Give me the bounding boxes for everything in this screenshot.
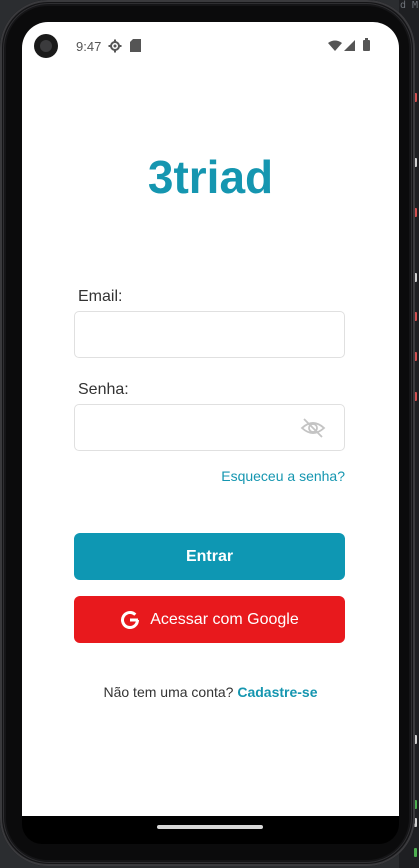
signup-link[interactable]: Cadastre-se (237, 684, 317, 700)
email-label: Email: (78, 288, 123, 305)
login-button-label: Entrar (185, 547, 234, 565)
app-logo: 3triad (147, 151, 274, 203)
google-icon (121, 610, 140, 629)
password-label: Senha: (78, 381, 129, 398)
phone-frame: 9:47 3triad Email: Senha: Esqueceu a sen… (0, 0, 415, 866)
google-button-label: Acessar com Google (150, 610, 299, 628)
signup-prompt-text: Não tem uma conta? (103, 684, 234, 700)
eye-off-icon[interactable] (300, 417, 326, 439)
login-button[interactable]: Entrar (74, 533, 345, 580)
email-input[interactable] (75, 312, 344, 357)
ide-marker (414, 848, 417, 857)
ide-fragment: d M (399, 0, 418, 11)
signup-prompt: Não tem uma conta? Cadastre-se (22, 684, 399, 700)
signal-icon (344, 40, 355, 51)
password-field[interactable] (74, 404, 345, 451)
navigation-area (22, 816, 399, 844)
google-login-button[interactable]: Acessar com Google (74, 596, 345, 643)
gear-icon (108, 39, 122, 53)
sd-card-icon (130, 39, 141, 52)
wifi-icon (328, 40, 342, 51)
app-screen: 9:47 3triad Email: Senha: Esqueceu a sen… (22, 22, 399, 816)
home-indicator[interactable] (157, 825, 263, 829)
email-field[interactable] (74, 311, 345, 358)
front-camera (34, 34, 58, 58)
battery-icon (363, 38, 370, 51)
forgot-password-link[interactable]: Esqueceu a senha? (221, 468, 345, 484)
status-time: 9:47 (76, 39, 102, 54)
